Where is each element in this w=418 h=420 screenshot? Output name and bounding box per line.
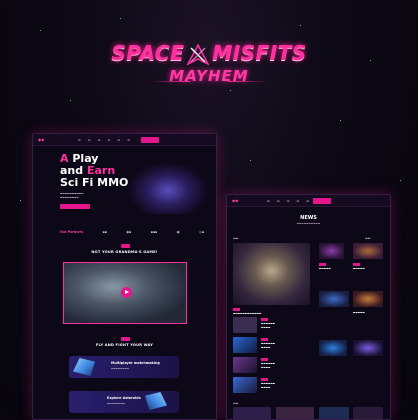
news-thumbnail [319, 291, 349, 307]
news-thumbnail[interactable] [319, 407, 349, 419]
topbar-nav: ▬ ▬ ▬ ▬ ▬ [267, 199, 309, 203]
hero-heading: A Play and Earn Sci Fi MMO [60, 153, 128, 189]
star [250, 160, 251, 161]
star [300, 25, 301, 26]
news-card[interactable]: ▬▬▬▬▬ [353, 243, 385, 273]
crossed-blades-emblem-icon [187, 43, 210, 65]
star [400, 180, 401, 181]
news-headline-placeholder[interactable]: ▬▬▬▬▬▬ ▬▬▬▬ [261, 342, 309, 349]
news-headline-placeholder[interactable]: ▬▬▬▬▬▬ ▬▬▬▬ [261, 362, 309, 369]
star [40, 30, 41, 31]
nav-link[interactable]: ▬ [78, 138, 81, 142]
star [70, 100, 71, 101]
nav-link[interactable]: ▬ [287, 199, 290, 203]
feature-description-placeholder: ▬▬▬▬▬▬▬▬ [111, 367, 130, 370]
news-subtitle-placeholder: ▬▬▬▬▬▬▬▬▬▬ [296, 222, 321, 225]
feature-title: Multiplayer matchmaking [111, 361, 160, 365]
partner-logo: ▣ [176, 230, 180, 234]
news-tag [261, 318, 268, 321]
section-badge [121, 337, 130, 341]
news-thumbnail[interactable] [233, 357, 257, 373]
news-card[interactable]: ▬▬▬▬▬ [353, 291, 385, 321]
news-thumbnail[interactable] [353, 340, 383, 356]
nav-link[interactable]: ▬ [88, 138, 91, 142]
star [230, 90, 231, 91]
news-card[interactable] [319, 291, 351, 321]
news-topbar: ◆◆ ▬ ▬ ▬ ▬ ▬ [227, 195, 390, 207]
news-thumbnail [319, 243, 344, 259]
star [120, 18, 121, 19]
nav-link[interactable]: ▬ [98, 138, 101, 142]
partner-logo: ◎▪ [199, 230, 204, 234]
news-headline-placeholder: ▬▬▬▬▬ [319, 267, 331, 270]
topbar-cta-button[interactable] [313, 198, 331, 204]
news-tag [233, 308, 240, 311]
hero-description-placeholder: ▬▬▬▬▬▬▬▬▬▬ ▬▬▬▬▬▬▬▬ [60, 192, 84, 199]
hero-line3: Sci Fi MMO [60, 176, 129, 189]
nav-link[interactable]: ▬ [117, 138, 120, 142]
news-thumbnail[interactable] [276, 407, 314, 419]
logo-title-right: MISFITS [212, 41, 307, 65]
news-tag [353, 263, 360, 266]
featured-news-image[interactable] [233, 243, 310, 305]
news-thumbnail[interactable] [233, 317, 257, 333]
section-badge [121, 244, 130, 248]
news-headline-placeholder[interactable]: ▬▬▬▬▬▬ ▬▬▬▬ [261, 382, 309, 389]
news-thumbnail[interactable] [319, 340, 347, 356]
partners-row: Our Partners ▪▪ ◉▪ ▪▪▪ ▣ ◎▪ [60, 227, 204, 237]
section-title: FLY AND FIGHT YOUR WAY [95, 343, 154, 347]
news-thumbnail[interactable] [233, 407, 271, 419]
topbar-cta-button[interactable] [141, 137, 159, 143]
trailer-video[interactable] [63, 262, 187, 324]
landing-topbar: ◆◆ ▬ ▬ ▬ ▬ ▬ ▬ [33, 134, 216, 146]
nav-link[interactable]: ▬ [306, 199, 309, 203]
hero-cta-button[interactable] [60, 204, 90, 209]
news-thumbnail[interactable] [233, 377, 257, 393]
news-headline-placeholder: ▬▬▬▬▬ [353, 267, 365, 270]
view-all-link[interactable]: ▬▬ › [365, 236, 372, 240]
logo-title-left: SPACE [111, 41, 185, 65]
nav-link[interactable]: ▬ [267, 199, 270, 203]
hero-spaceship-image [128, 162, 208, 214]
nav-link[interactable]: ▬ [297, 199, 300, 203]
nav-link[interactable]: ▬ [127, 138, 130, 142]
news-headline-placeholder[interactable]: ▬▬▬▬▬▬ ▬▬▬▬ [261, 322, 309, 329]
partner-logo: ▪▪▪ [150, 230, 158, 234]
showcase-background: SPACE MISFITS MAYHEM ◆◆ ▬ ▬ ▬ ▬ ▬ ▬ A Pla… [0, 0, 418, 420]
topbar-nav: ▬ ▬ ▬ ▬ ▬ ▬ [78, 138, 130, 142]
logo-subtitle: MAYHEM [169, 66, 249, 85]
news-title: NEWS [300, 215, 317, 221]
news-tag [261, 358, 268, 361]
topbar-logo[interactable]: ◆◆ [232, 198, 238, 203]
news-tag [319, 263, 326, 266]
nav-link[interactable]: ▬ [108, 138, 111, 142]
partners-label: Our Partners [60, 230, 84, 234]
section-title: NOT YOUR GRANDMA'S GAME! [91, 250, 158, 254]
partner-logo: ▪▪ [102, 230, 107, 234]
news-section-label: ▬▬ [233, 401, 239, 405]
news-page-preview: ◆◆ ▬ ▬ ▬ ▬ ▬ NEWS ▬▬▬▬▬▬▬▬▬▬ ▬▬ ▬▬ › ▬▬▬… [226, 194, 391, 420]
logo-title: SPACE MISFITS [0, 42, 418, 66]
star [20, 200, 21, 201]
feature-title: Explore Asteroids [107, 396, 141, 400]
featured-news-headline-placeholder[interactable]: ▬▬▬▬▬▬▬▬▬▬▬▬ [233, 312, 308, 316]
topbar-logo[interactable]: ◆◆ [38, 137, 44, 142]
news-thumbnail [353, 243, 383, 259]
news-thumbnail[interactable] [233, 337, 257, 353]
landing-page-preview: ◆◆ ▬ ▬ ▬ ▬ ▬ ▬ A Play and Earn Sci Fi MM… [32, 133, 217, 420]
news-tag [261, 338, 268, 341]
game-logo: SPACE MISFITS MAYHEM [0, 42, 418, 85]
news-thumbnail[interactable] [353, 407, 383, 419]
news-thumbnail [353, 291, 383, 307]
news-headline-placeholder: ▬▬▬▬▬ [353, 311, 365, 314]
partner-logo: ◉▪ [126, 230, 132, 234]
star [340, 120, 341, 121]
news-section-label: ▬▬ [233, 236, 239, 240]
play-icon[interactable] [121, 287, 132, 298]
feature-description-placeholder: ▬▬▬▬▬▬▬▬ [107, 402, 126, 405]
nav-link[interactable]: ▬ [277, 199, 280, 203]
news-tag [261, 378, 268, 381]
